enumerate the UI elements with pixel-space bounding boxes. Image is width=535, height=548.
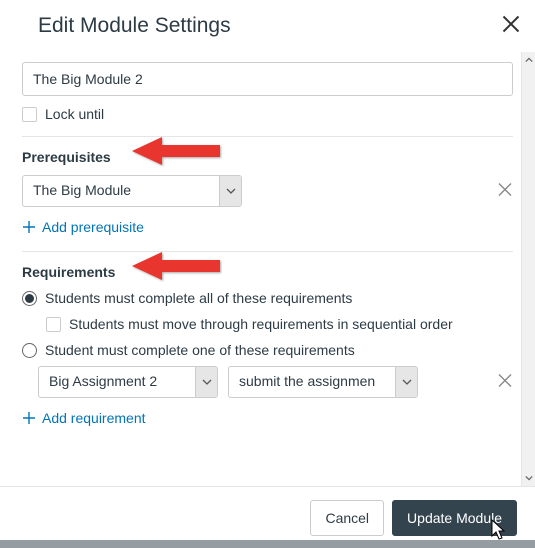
remove-prerequisite-button[interactable] [497, 182, 513, 201]
requirement-mode-all-radio[interactable] [22, 291, 37, 306]
modal-title: Edit Module Settings [38, 14, 515, 38]
cancel-button[interactable]: Cancel [310, 500, 384, 536]
add-requirement-button[interactable]: Add requirement [22, 410, 146, 426]
sequential-order-checkbox[interactable] [46, 317, 61, 332]
requirement-mode-one-radio[interactable] [22, 343, 37, 358]
lock-until-checkbox[interactable] [22, 107, 37, 122]
edit-module-modal: Edit Module Settings Lock until Prerequi… [0, 0, 535, 548]
add-prerequisite-button[interactable]: Add prerequisite [22, 219, 144, 235]
requirement-item-value: Big Assignment 2 [39, 367, 195, 397]
background-strip [0, 540, 535, 548]
add-requirement-label: Add requirement [42, 410, 146, 426]
update-module-button[interactable]: Update Module [392, 500, 517, 536]
module-name-input[interactable] [22, 62, 513, 96]
requirement-item-select[interactable]: Big Assignment 2 [38, 366, 218, 398]
sequential-order-label: Students must move through requirements … [69, 316, 453, 332]
chevron-down-icon [195, 367, 217, 397]
prerequisites-heading: Prerequisites [22, 149, 513, 165]
requirement-rule-select[interactable]: submit the assignmen [228, 366, 418, 398]
requirement-rule-value: submit the assignmen [229, 367, 395, 397]
requirements-heading: Requirements [22, 264, 513, 280]
remove-requirement-button[interactable] [497, 373, 513, 392]
close-icon [501, 14, 521, 34]
divider [22, 136, 513, 137]
requirement-mode-one-label: Student must complete one of these requi… [45, 342, 355, 358]
chevron-down-icon [395, 367, 417, 397]
plus-icon [22, 220, 36, 234]
prerequisite-select-value: The Big Module [23, 176, 219, 206]
plus-icon [22, 411, 36, 425]
prerequisite-select[interactable]: The Big Module [22, 175, 242, 207]
modal-header: Edit Module Settings [0, 0, 535, 44]
add-prerequisite-label: Add prerequisite [42, 219, 144, 235]
modal-body: Lock until Prerequisites The Big Module [0, 44, 535, 482]
chevron-down-icon [219, 176, 241, 206]
close-button[interactable] [501, 14, 521, 34]
lock-until-label: Lock until [45, 106, 104, 122]
requirement-mode-all-label: Students must complete all of these requ… [45, 290, 352, 306]
modal-footer: Cancel Update Module [0, 486, 535, 548]
divider [22, 251, 513, 252]
